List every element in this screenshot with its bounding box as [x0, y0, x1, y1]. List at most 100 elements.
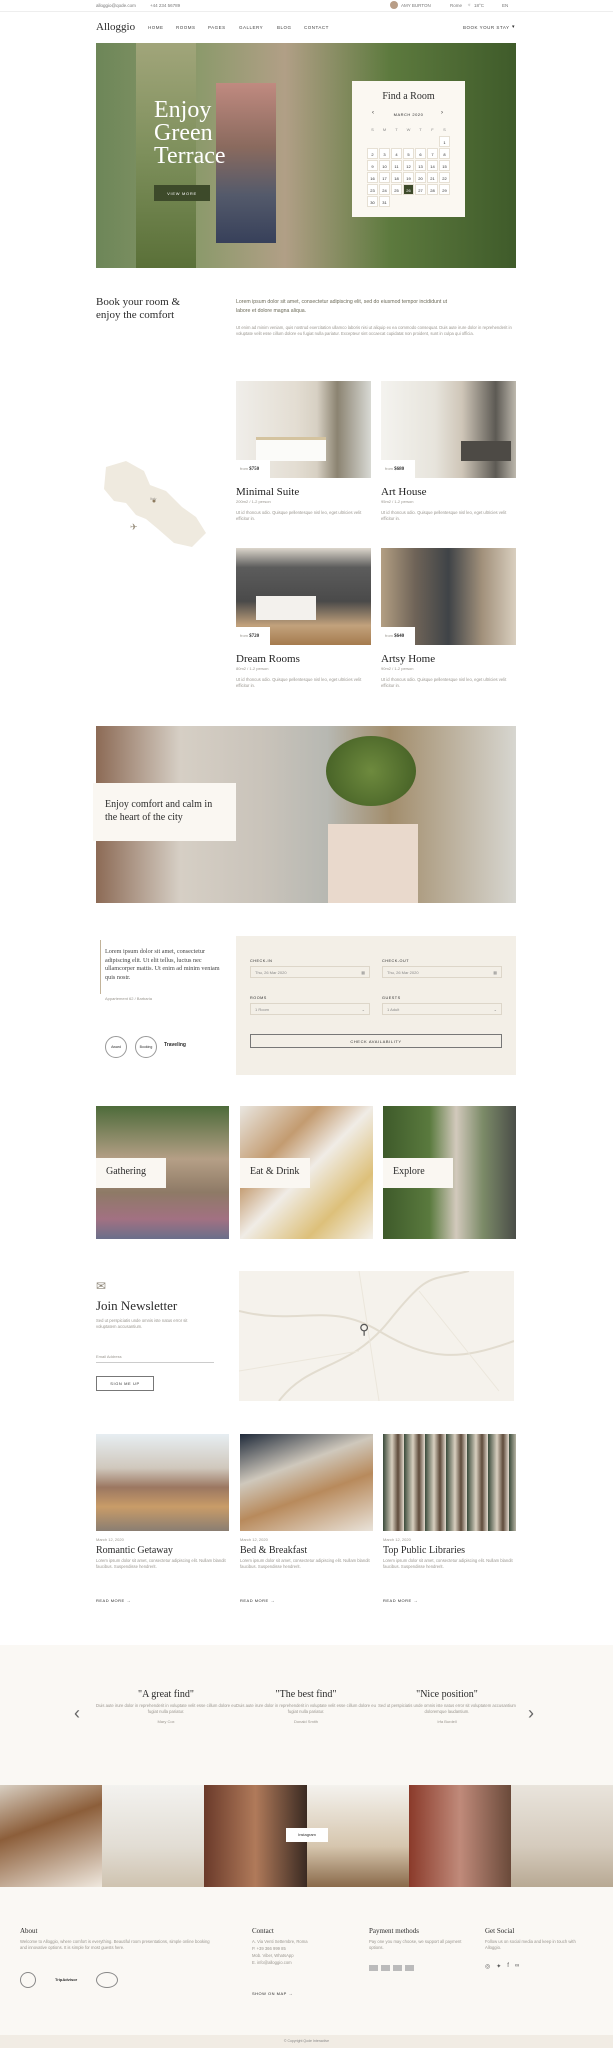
- instagram-photo[interactable]: [408, 1785, 511, 1887]
- contact-email[interactable]: E. info@alloggio.com: [252, 1960, 292, 1966]
- calendar-day[interactable]: 16: [367, 172, 378, 183]
- twitter-icon[interactable]: ✦: [496, 1963, 501, 1970]
- blog-title[interactable]: Top Public Libraries: [383, 1545, 465, 1556]
- calendar-day[interactable]: 27: [415, 184, 426, 195]
- room-title[interactable]: Art House: [381, 486, 427, 498]
- instagram-photo[interactable]: [0, 1785, 103, 1887]
- banner-image: Enjoy comfort and calm in the heart of t…: [93, 726, 516, 903]
- checkout-input[interactable]: Thu, 26 Mar 2020 ▦: [382, 966, 502, 978]
- feature-explore[interactable]: Explore: [383, 1106, 516, 1239]
- calendar-day[interactable]: 13: [415, 160, 426, 171]
- chevron-left-icon[interactable]: ‹: [74, 1703, 80, 1724]
- calendar-day[interactable]: 3: [379, 148, 390, 159]
- instagram-photo[interactable]: [102, 1785, 205, 1887]
- room-desc: Ut id rhoncus odio. Quisque pellentesque…: [381, 510, 507, 521]
- guests-select[interactable]: 1 Adult ⌄: [382, 1003, 502, 1015]
- calendar-empty: [403, 136, 414, 147]
- contact-address: A. Via Venti Settembre, Roma: [252, 1939, 308, 1944]
- calendar-day[interactable]: 2: [367, 148, 378, 159]
- weekday-label: M: [382, 127, 387, 132]
- blog-title[interactable]: Bed & Breakfast: [240, 1545, 307, 1556]
- calendar-day[interactable]: 30: [367, 196, 378, 207]
- calendar-day[interactable]: 1: [439, 136, 450, 147]
- room-image-minimal-suite[interactable]: from $750: [236, 381, 371, 478]
- feature-eat-drink[interactable]: Eat & Drink: [240, 1106, 373, 1239]
- room-meta: 95m2 / 1-2 person: [381, 499, 414, 504]
- user-name[interactable]: AMY BURTON: [401, 3, 431, 8]
- rooms-select[interactable]: 1 Room ⌄: [250, 1003, 370, 1015]
- avatar[interactable]: [390, 1, 398, 9]
- location-map[interactable]: ⚲: [239, 1271, 514, 1401]
- read-more-link[interactable]: READ MORE →: [96, 1598, 131, 1603]
- instagram-icon[interactable]: ◎: [485, 1963, 490, 1970]
- nav-home[interactable]: HOME: [148, 25, 164, 30]
- nav-pages[interactable]: PAGES: [208, 25, 226, 30]
- blog-image-libraries[interactable]: [383, 1434, 516, 1531]
- chevron-right-icon[interactable]: ›: [528, 1703, 534, 1724]
- facebook-icon[interactable]: f: [507, 1963, 509, 1970]
- instagram-label[interactable]: Instagram: [286, 1828, 328, 1842]
- calendar-day[interactable]: 18: [391, 172, 402, 183]
- intro-lead: Lorem ipsum dolor sit amet, consectetur …: [236, 299, 448, 314]
- calendar-day[interactable]: 28: [427, 184, 438, 195]
- room-image-dream-rooms[interactable]: from $720: [236, 548, 371, 645]
- calendar-day[interactable]: 29: [439, 184, 450, 195]
- checkin-input[interactable]: Thu, 26 Mar 2020 ▦: [250, 966, 370, 978]
- book-stay-link[interactable]: BOOK YOUR STAY: [463, 25, 510, 30]
- calendar-day[interactable]: 10: [379, 160, 390, 171]
- calendar-day[interactable]: 20: [415, 172, 426, 183]
- feature-gathering[interactable]: Gathering: [96, 1106, 229, 1239]
- sign-up-button[interactable]: SIGN ME UP: [96, 1376, 154, 1391]
- read-more-link[interactable]: READ MORE →: [240, 1598, 275, 1603]
- feature-label: Explore: [383, 1158, 453, 1188]
- price-tag: from $720: [236, 627, 270, 645]
- blog-title[interactable]: Romantic Getaway: [96, 1545, 173, 1556]
- language-select[interactable]: EN: [502, 3, 508, 8]
- room-image-art-house[interactable]: from $680: [381, 381, 516, 478]
- calendar-day[interactable]: 5: [403, 148, 414, 159]
- calendar-day[interactable]: 4: [391, 148, 402, 159]
- view-more-button[interactable]: VIEW MORE: [154, 185, 210, 201]
- calendar-day[interactable]: 26: [403, 184, 414, 195]
- nav-rooms[interactable]: ROOMS: [176, 25, 196, 30]
- calendar-day[interactable]: 9: [367, 160, 378, 171]
- calendar-day[interactable]: 19: [403, 172, 414, 183]
- footer-social-title: Get Social: [485, 1927, 515, 1935]
- calendar-day[interactable]: 23: [367, 184, 378, 195]
- calendar-day[interactable]: 7: [427, 148, 438, 159]
- top-phone[interactable]: +44 234 56789: [150, 3, 180, 8]
- blog-image-bed-breakfast[interactable]: [240, 1434, 373, 1531]
- nav-contact[interactable]: CONTACT: [304, 25, 329, 30]
- room-image-artsy-home[interactable]: from $640: [381, 548, 516, 645]
- email-input[interactable]: Email Address: [96, 1354, 214, 1363]
- calendar-empty: [367, 136, 378, 147]
- calendar-day[interactable]: 12: [403, 160, 414, 171]
- calendar-day[interactable]: 21: [427, 172, 438, 183]
- calendar-day[interactable]: 14: [427, 160, 438, 171]
- contact-phone[interactable]: P. +39 366 999 85: [252, 1946, 286, 1952]
- arrow-right-icon: →: [288, 1991, 293, 1996]
- room-title[interactable]: Dream Rooms: [236, 653, 300, 665]
- tripadvisor-icon[interactable]: ∞: [515, 1963, 519, 1970]
- instagram-photo[interactable]: [510, 1785, 613, 1887]
- calendar-day[interactable]: 11: [391, 160, 402, 171]
- blog-image-romantic-getaway[interactable]: [96, 1434, 229, 1531]
- nav-blog[interactable]: BLOG: [277, 25, 292, 30]
- calendar-day[interactable]: 31: [379, 196, 390, 207]
- top-email[interactable]: alloggio@qode.com: [96, 3, 136, 8]
- read-more-link[interactable]: READ MORE →: [383, 1598, 418, 1603]
- room-title[interactable]: Minimal Suite: [236, 486, 299, 498]
- show-on-map-link[interactable]: SHOW ON MAP →: [252, 1991, 293, 1996]
- calendar-day[interactable]: 6: [415, 148, 426, 159]
- nav-gallery[interactable]: GALLERY: [239, 25, 263, 30]
- check-availability-button[interactable]: CHECK AVAILABILITY: [250, 1034, 502, 1048]
- calendar-day[interactable]: 25: [391, 184, 402, 195]
- calendar-day[interactable]: 15: [439, 160, 450, 171]
- calendar-day[interactable]: 17: [379, 172, 390, 183]
- calendar-day[interactable]: 8: [439, 148, 450, 159]
- calendar-day[interactable]: 22: [439, 172, 450, 183]
- calendar-day[interactable]: 24: [379, 184, 390, 195]
- room-title[interactable]: Artsy Home: [381, 653, 435, 665]
- chevron-right-icon[interactable]: ›: [441, 110, 443, 116]
- logo[interactable]: Alloggio: [96, 21, 135, 33]
